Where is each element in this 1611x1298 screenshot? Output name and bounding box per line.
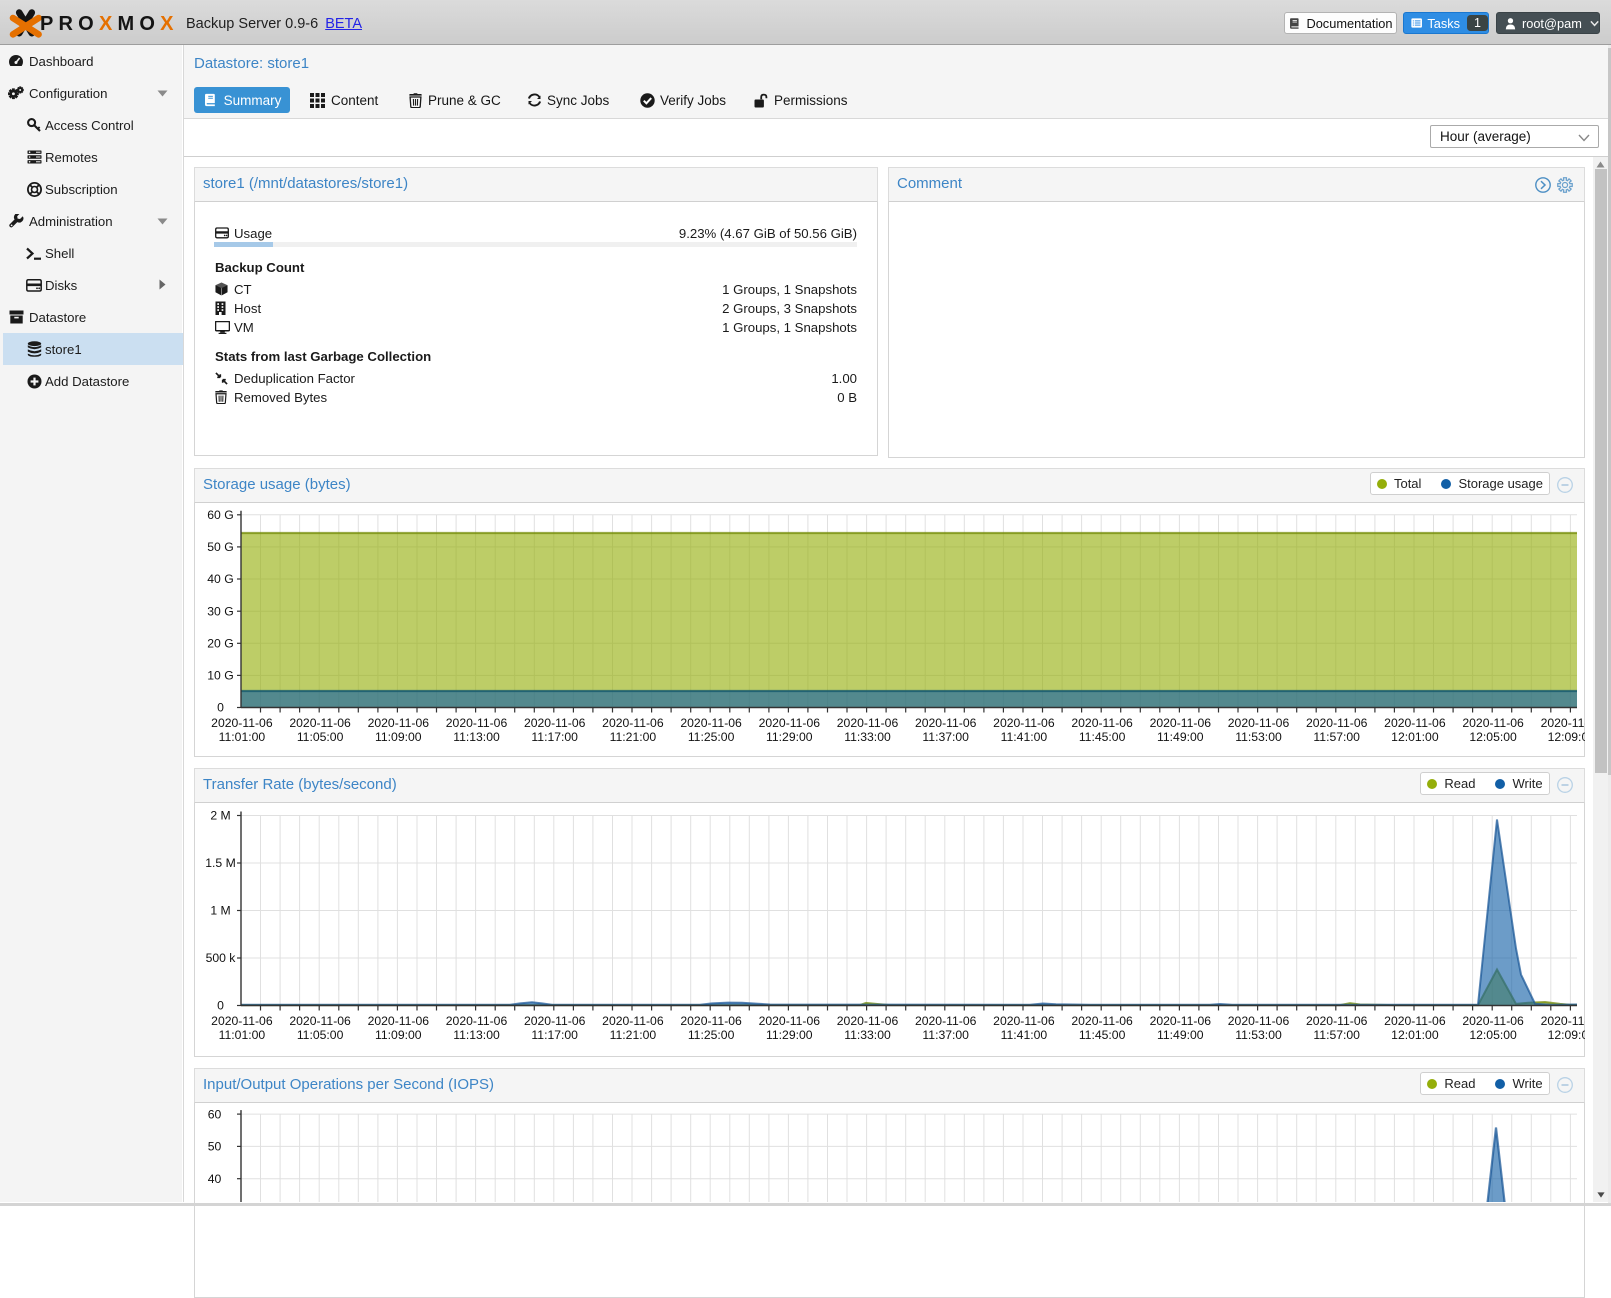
svg-text:2020-11-06: 2020-11-06 <box>1306 1014 1368 1028</box>
svg-text:50 G: 50 G <box>207 540 233 554</box>
svg-text:2020-11-06: 2020-11-06 <box>1150 716 1212 730</box>
svg-text:2020-11-06: 2020-11-06 <box>1462 716 1524 730</box>
svg-text:11:57:00: 11:57:00 <box>1313 1028 1360 1042</box>
svg-text:2020-11-06: 2020-11-06 <box>837 716 899 730</box>
svg-text:11:29:00: 11:29:00 <box>766 1028 813 1042</box>
svg-text:0: 0 <box>217 998 224 1012</box>
svg-text:12:09:00: 12:09:00 <box>1548 730 1585 744</box>
svg-text:2020-11-06: 2020-11-06 <box>1541 1014 1585 1028</box>
svg-text:60: 60 <box>208 1107 222 1121</box>
svg-text:11:41:00: 11:41:00 <box>1001 730 1048 744</box>
svg-text:60 G: 60 G <box>207 508 233 522</box>
svg-text:2020-11-06: 2020-11-06 <box>1228 716 1290 730</box>
svg-text:50: 50 <box>208 1139 222 1153</box>
svg-text:2020-11-06: 2020-11-06 <box>915 1014 977 1028</box>
svg-text:11:01:00: 11:01:00 <box>219 730 266 744</box>
svg-text:2020-11-06: 2020-11-06 <box>211 716 273 730</box>
svg-text:2020-11-06: 2020-11-06 <box>446 716 508 730</box>
svg-text:2020-11-06: 2020-11-06 <box>680 1014 742 1028</box>
svg-text:2020-11-06: 2020-11-06 <box>289 716 351 730</box>
svg-text:2020-11-06: 2020-11-06 <box>289 1014 351 1028</box>
svg-text:11:33:00: 11:33:00 <box>844 730 891 744</box>
svg-text:12:05:00: 12:05:00 <box>1469 730 1517 744</box>
svg-text:1.5 M: 1.5 M <box>205 856 235 870</box>
svg-text:11:09:00: 11:09:00 <box>375 730 422 744</box>
svg-text:11:25:00: 11:25:00 <box>688 1028 735 1042</box>
svg-text:500 k: 500 k <box>206 951 237 965</box>
svg-text:11:13:00: 11:13:00 <box>453 1028 500 1042</box>
svg-text:2020-11-06: 2020-11-06 <box>211 1014 273 1028</box>
svg-text:2020-11-06: 2020-11-06 <box>1384 716 1446 730</box>
svg-text:11:45:00: 11:45:00 <box>1079 730 1126 744</box>
svg-text:10 G: 10 G <box>207 668 233 682</box>
svg-text:2020-11-06: 2020-11-06 <box>759 716 821 730</box>
svg-text:40 G: 40 G <box>207 572 233 586</box>
svg-text:11:17:00: 11:17:00 <box>531 730 578 744</box>
svg-text:2020-11-06: 2020-11-06 <box>368 716 430 730</box>
svg-text:2020-11-06: 2020-11-06 <box>602 1014 664 1028</box>
svg-text:2020-11-06: 2020-11-06 <box>602 716 664 730</box>
svg-text:2020-11-06: 2020-11-06 <box>993 716 1055 730</box>
svg-text:11:41:00: 11:41:00 <box>1001 1028 1048 1042</box>
svg-text:11:05:00: 11:05:00 <box>297 730 344 744</box>
svg-text:0: 0 <box>217 700 224 714</box>
svg-text:2020-11-06: 2020-11-06 <box>759 1014 821 1028</box>
svg-text:11:45:00: 11:45:00 <box>1079 1028 1126 1042</box>
svg-text:2020-11-06: 2020-11-06 <box>1384 1014 1446 1028</box>
svg-text:11:21:00: 11:21:00 <box>610 1028 657 1042</box>
svg-text:11:17:00: 11:17:00 <box>531 1028 578 1042</box>
svg-text:1 M: 1 M <box>210 903 230 917</box>
svg-text:2020-11-06: 2020-11-06 <box>1541 716 1585 730</box>
svg-text:11:49:00: 11:49:00 <box>1157 730 1204 744</box>
svg-text:20 G: 20 G <box>207 636 233 650</box>
svg-text:11:29:00: 11:29:00 <box>766 730 813 744</box>
svg-text:11:53:00: 11:53:00 <box>1235 730 1282 744</box>
svg-text:2020-11-06: 2020-11-06 <box>1228 1014 1290 1028</box>
svg-text:11:53:00: 11:53:00 <box>1235 1028 1282 1042</box>
svg-text:2020-11-06: 2020-11-06 <box>1150 1014 1212 1028</box>
svg-text:2020-11-06: 2020-11-06 <box>1071 716 1133 730</box>
svg-text:11:21:00: 11:21:00 <box>610 730 657 744</box>
svg-text:11:37:00: 11:37:00 <box>922 730 969 744</box>
svg-text:11:01:00: 11:01:00 <box>219 1028 266 1042</box>
svg-text:40: 40 <box>208 1171 222 1185</box>
svg-text:11:49:00: 11:49:00 <box>1157 1028 1204 1042</box>
svg-text:2020-11-06: 2020-11-06 <box>524 1014 586 1028</box>
svg-text:2020-11-06: 2020-11-06 <box>1462 1014 1524 1028</box>
svg-text:2020-11-06: 2020-11-06 <box>524 716 586 730</box>
svg-text:12:01:00: 12:01:00 <box>1391 1028 1439 1042</box>
svg-text:2020-11-06: 2020-11-06 <box>680 716 742 730</box>
svg-text:11:57:00: 11:57:00 <box>1313 730 1360 744</box>
svg-text:12:01:00: 12:01:00 <box>1391 730 1439 744</box>
svg-text:12:05:00: 12:05:00 <box>1469 1028 1517 1042</box>
svg-text:11:13:00: 11:13:00 <box>453 730 500 744</box>
svg-text:11:33:00: 11:33:00 <box>844 1028 891 1042</box>
svg-text:2020-11-06: 2020-11-06 <box>368 1014 430 1028</box>
svg-text:2020-11-06: 2020-11-06 <box>446 1014 508 1028</box>
svg-text:2020-11-06: 2020-11-06 <box>915 716 977 730</box>
svg-text:2 M: 2 M <box>210 808 230 822</box>
svg-text:30 G: 30 G <box>207 604 233 618</box>
svg-text:2020-11-06: 2020-11-06 <box>993 1014 1055 1028</box>
svg-text:11:05:00: 11:05:00 <box>297 1028 344 1042</box>
svg-text:12:09:00: 12:09:00 <box>1548 1028 1585 1042</box>
svg-text:11:37:00: 11:37:00 <box>922 1028 969 1042</box>
svg-text:11:09:00: 11:09:00 <box>375 1028 422 1042</box>
svg-text:2020-11-06: 2020-11-06 <box>1071 1014 1133 1028</box>
svg-text:2020-11-06: 2020-11-06 <box>1306 716 1368 730</box>
svg-text:2020-11-06: 2020-11-06 <box>837 1014 899 1028</box>
svg-text:11:25:00: 11:25:00 <box>688 730 735 744</box>
